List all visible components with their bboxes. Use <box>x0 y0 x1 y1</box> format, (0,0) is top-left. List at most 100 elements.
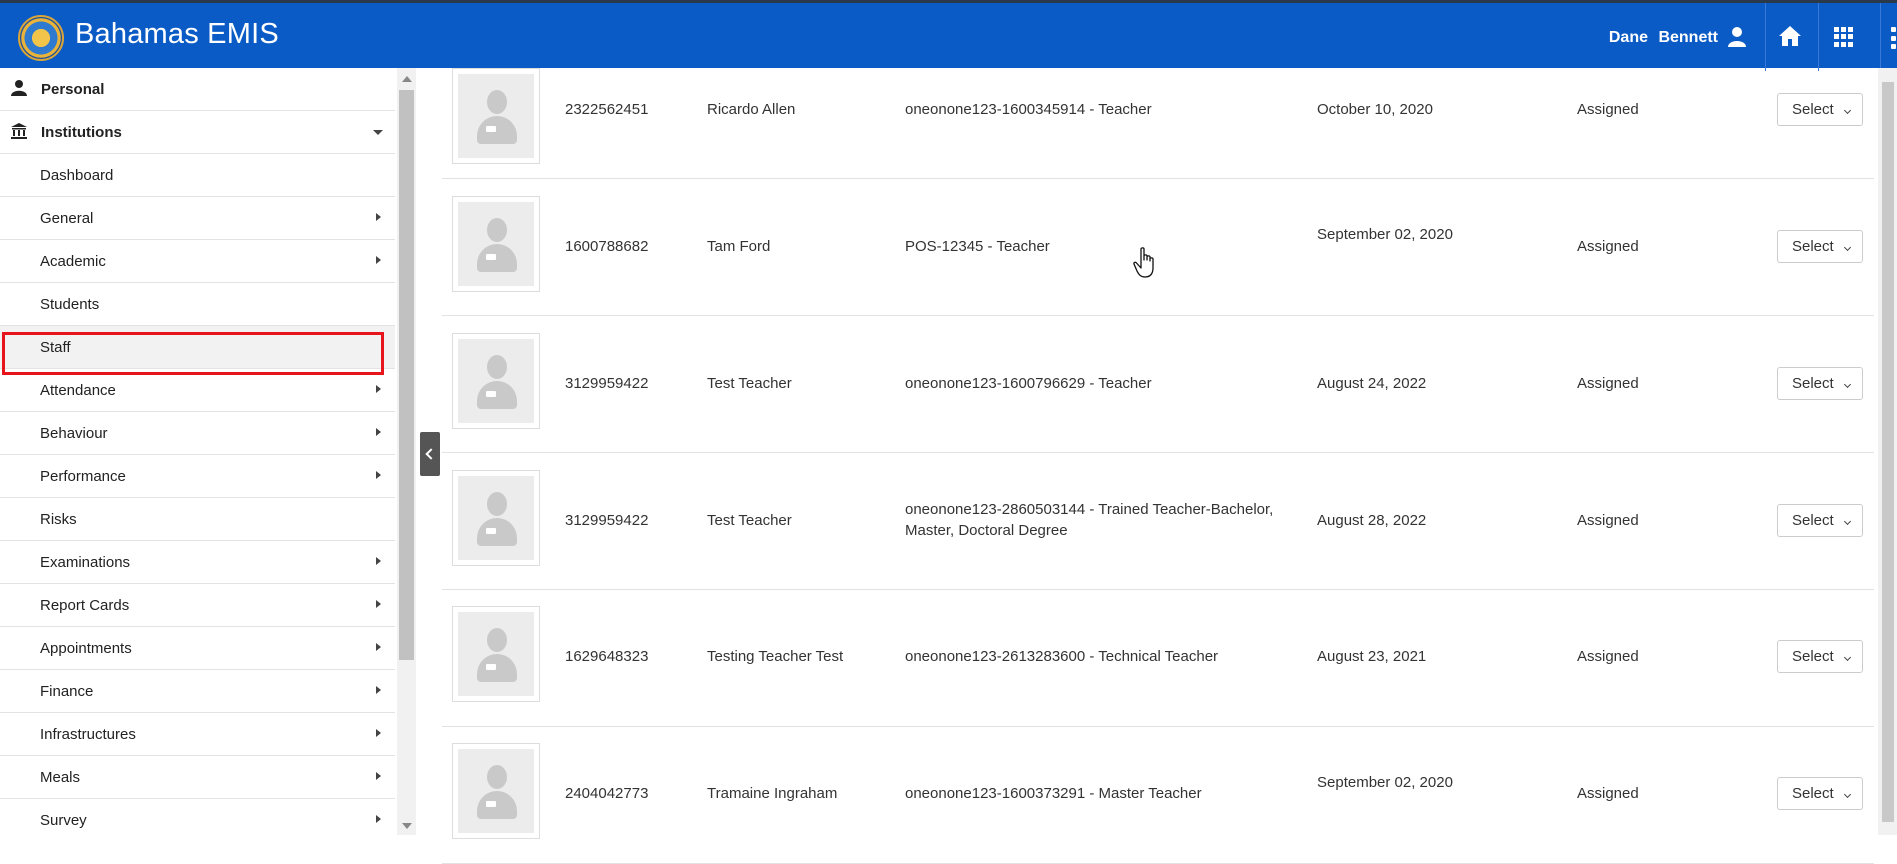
content-scroll-thumb[interactable] <box>1882 82 1894 822</box>
staff-name: Tramaine Ingraham <box>707 785 838 802</box>
staff-status: Assigned <box>1577 512 1639 529</box>
chevron-right-icon <box>376 729 381 737</box>
scroll-up-icon[interactable] <box>402 76 412 82</box>
avatar <box>452 606 540 702</box>
select-button[interactable]: Select <box>1777 777 1863 810</box>
staff-openemis-id: 2322562451 <box>565 101 649 118</box>
sidebar-item-label: Report Cards <box>40 597 130 614</box>
sidebar-item-report-cards[interactable]: Report Cards <box>0 584 395 627</box>
sidebar-item-appointments[interactable]: Appointments <box>0 627 395 670</box>
sidebar-item-label: Students <box>40 296 100 313</box>
sidebar-item-survey[interactable]: Survey <box>0 799 395 835</box>
sidebar-item-students[interactable]: Students <box>0 283 395 326</box>
sidebar-item-general[interactable]: General <box>0 197 395 240</box>
staff-status: Assigned <box>1577 101 1639 118</box>
sidebar-item-label: Institutions <box>41 124 122 141</box>
caret-down-icon <box>373 130 383 135</box>
emis-logo-icon[interactable] <box>18 15 64 61</box>
sidebar-item-institutions[interactable]: Institutions <box>0 111 395 154</box>
select-button-label: Select <box>1792 648 1834 665</box>
select-button[interactable]: Select <box>1777 367 1863 400</box>
sidebar-item-label: Survey <box>40 812 87 829</box>
select-button-label: Select <box>1792 101 1834 118</box>
sidebar-item-label: Finance <box>40 683 94 700</box>
content-scrollbar[interactable] <box>1878 68 1897 835</box>
chevron-down-icon <box>1843 380 1852 389</box>
sidebar-item-academic[interactable]: Academic <box>0 240 395 283</box>
chevron-right-icon <box>376 256 381 264</box>
sidebar-item-label: Examinations <box>40 554 131 571</box>
sidebar-item-label: Personal <box>41 81 105 98</box>
sidebar-item-examinations[interactable]: Examinations <box>0 541 395 584</box>
avatar <box>452 470 540 566</box>
chevron-right-icon <box>376 385 381 393</box>
chevron-right-icon <box>376 557 381 565</box>
staff-start-date: August 28, 2022 <box>1317 512 1427 529</box>
select-button[interactable]: Select <box>1777 640 1863 673</box>
chevron-right-icon <box>376 815 381 823</box>
staff-openemis-id: 3129959422 <box>565 375 649 392</box>
staff-start-date: September 02, 2020 <box>1317 226 1453 243</box>
select-button-label: Select <box>1792 375 1834 392</box>
collapse-sidebar-button[interactable] <box>420 432 440 476</box>
staff-name: Ricardo Allen <box>707 101 796 118</box>
sidebar-item-label: Performance <box>40 468 126 485</box>
toolbar-divider <box>1880 3 1881 71</box>
staff-status: Assigned <box>1577 375 1639 392</box>
avatar <box>452 333 540 429</box>
sidebar-item-meals[interactable]: Meals <box>0 756 395 799</box>
sidebar: Personal Institutions Dashboard General … <box>0 68 395 835</box>
sidebar-scroll-thumb[interactable] <box>399 90 414 660</box>
table-row: 2322562451 Ricardo Allen oneonone123-160… <box>442 42 1874 179</box>
staff-status: Assigned <box>1577 648 1639 665</box>
staff-name: Test Teacher <box>707 375 792 392</box>
sidebar-item-finance[interactable]: Finance <box>0 670 395 713</box>
select-button[interactable]: Select <box>1777 504 1863 537</box>
staff-openemis-id: 2404042773 <box>565 785 649 802</box>
table-row: 1629648323 Testing Teacher Test oneonone… <box>442 590 1874 727</box>
sidebar-item-dashboard[interactable]: Dashboard <box>0 154 395 197</box>
chevron-right-icon <box>376 213 381 221</box>
staff-openemis-id: 1629648323 <box>565 648 649 665</box>
sidebar-item-performance[interactable]: Performance <box>0 455 395 498</box>
sidebar-scrollbar[interactable] <box>397 68 416 835</box>
more-menu-icon[interactable] <box>1891 27 1897 49</box>
chevron-down-icon <box>1843 106 1852 115</box>
brand-title[interactable]: Bahamas EMIS <box>75 18 279 51</box>
chevron-right-icon <box>376 686 381 694</box>
staff-status: Assigned <box>1577 238 1639 255</box>
chevron-down-icon <box>1843 243 1852 252</box>
sidebar-item-label: Meals <box>40 769 81 786</box>
sidebar-item-label: Risks <box>40 511 77 528</box>
table-row: 3129959422 Test Teacher oneonone123-2860… <box>442 453 1874 590</box>
sidebar-item-label: General <box>40 210 94 227</box>
select-button[interactable]: Select <box>1777 230 1863 263</box>
select-button-label: Select <box>1792 785 1834 802</box>
staff-start-date: August 24, 2022 <box>1317 375 1427 392</box>
chevron-right-icon <box>376 471 381 479</box>
sidebar-item-label: Dashboard <box>40 167 114 184</box>
sidebar-item-label: Behaviour <box>40 425 108 442</box>
scroll-down-icon[interactable] <box>402 823 412 829</box>
sidebar-item-staff[interactable]: Staff <box>0 326 395 369</box>
chevron-right-icon <box>376 643 381 651</box>
staff-start-date: August 23, 2021 <box>1317 648 1427 665</box>
sidebar-item-label: Staff <box>40 339 71 356</box>
sidebar-item-behaviour[interactable]: Behaviour <box>0 412 395 455</box>
bank-icon <box>11 123 27 139</box>
staff-openemis-id: 3129959422 <box>565 512 649 529</box>
sidebar-item-infrastructures[interactable]: Infrastructures <box>0 713 395 756</box>
select-button[interactable]: Select <box>1777 93 1863 126</box>
staff-openemis-id: 1600788682 <box>565 238 649 255</box>
chevron-right-icon <box>376 600 381 608</box>
staff-position: oneonone123-1600796629 - Teacher <box>905 375 1152 392</box>
chevron-down-icon <box>1843 790 1852 799</box>
staff-position: oneonone123-2613283600 - Technical Teach… <box>905 648 1219 665</box>
sidebar-item-personal[interactable]: Personal <box>0 68 395 111</box>
staff-name: Tam Ford <box>707 238 771 255</box>
staff-position: POS-12345 - Teacher <box>905 238 1050 255</box>
sidebar-item-attendance[interactable]: Attendance <box>0 369 395 412</box>
sidebar-item-risks[interactable]: Risks <box>0 498 395 541</box>
avatar <box>452 196 540 292</box>
chevron-down-icon <box>1843 653 1852 662</box>
